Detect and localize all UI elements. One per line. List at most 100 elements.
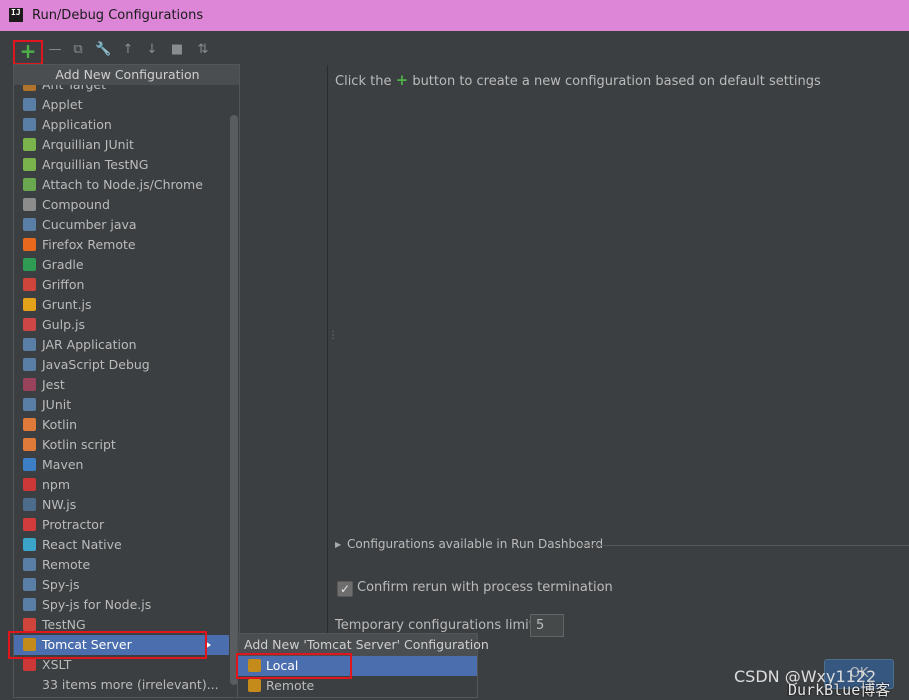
run-dashboard-section[interactable]: ▶ Configurations available in Run Dashbo… <box>335 537 909 553</box>
arquillian-icon <box>23 138 36 151</box>
popup-item-application[interactable]: Application <box>14 115 229 135</box>
popup-item-label: React Native <box>42 537 122 552</box>
popup-item-kotlin-script[interactable]: Kotlin script <box>14 435 229 455</box>
popup-item-remote[interactable]: Remote <box>14 555 229 575</box>
empty-hint: Click the + button to create a new confi… <box>335 71 821 89</box>
expand-arrow-icon: ▶ <box>335 540 342 549</box>
highlight-tomcat-server <box>8 631 207 659</box>
popup-item-compound[interactable]: Compound <box>14 195 229 215</box>
popup-item-label: Gulp.js <box>42 317 85 332</box>
configuration-type-list: Ant Target AppletApplicationArquillian J… <box>14 75 229 695</box>
jest-icon <box>23 378 36 391</box>
popup-item-cucumber-java[interactable]: Cucumber java <box>14 215 229 235</box>
popup-item-kotlin[interactable]: Kotlin <box>14 415 229 435</box>
section-divider <box>578 545 909 546</box>
spyjs-icon <box>23 598 36 611</box>
nodejs-icon <box>23 178 36 191</box>
popup-item-firefox-remote[interactable]: Firefox Remote <box>14 235 229 255</box>
popup-item-label: Applet <box>42 97 83 112</box>
sort-icon[interactable]: ⇅ <box>195 42 211 58</box>
popup-item-grunt-js[interactable]: Grunt.js <box>14 295 229 315</box>
popup-item-label: 33 items more (irrelevant)... <box>42 677 219 692</box>
tomcat-icon <box>248 679 261 692</box>
popup-item-label: Jest <box>42 377 65 392</box>
popup-item-nw-js[interactable]: NW.js <box>14 495 229 515</box>
popup-item-griffon[interactable]: Griffon <box>14 275 229 295</box>
popup-item-arquillian-junit[interactable]: Arquillian JUnit <box>14 135 229 155</box>
popup-item-npm[interactable]: npm <box>14 475 229 495</box>
move-down-icon[interactable]: ↓ <box>144 42 160 58</box>
popup-item-label: Gradle <box>42 257 84 272</box>
add-configuration-button[interactable]: + <box>13 40 43 65</box>
react-icon <box>23 538 36 551</box>
toolbar: + — ⧉ 🔧 ↑ ↓ ■ ⇅ <box>0 31 909 65</box>
popup-item-javascript-debug[interactable]: JavaScript Debug <box>14 355 229 375</box>
popup-item-label: Kotlin <box>42 417 77 432</box>
add-icon: + <box>19 39 37 63</box>
popup-item-gradle[interactable]: Gradle <box>14 255 229 275</box>
highlight-local <box>236 653 352 679</box>
popup-item-label: Arquillian JUnit <box>42 137 134 152</box>
hint-suffix: button to create a new configuration bas… <box>412 74 821 89</box>
xslt-icon <box>23 658 36 671</box>
firefox-icon <box>23 238 36 251</box>
move-up-icon[interactable]: ↑ <box>120 42 136 58</box>
arquillian-icon <box>23 158 36 171</box>
popup-item-gulp-js[interactable]: Gulp.js <box>14 315 229 335</box>
popup-item-label: JAR Application <box>42 337 137 352</box>
popup-item-protractor[interactable]: Protractor <box>14 515 229 535</box>
popup-item-jar-application[interactable]: JAR Application <box>14 335 229 355</box>
temp-config-limit-input[interactable]: 5 <box>530 614 564 637</box>
remove-icon[interactable]: — <box>47 42 63 58</box>
window-title: Run/Debug Configurations <box>32 8 204 23</box>
popup-item-spy-js[interactable]: Spy-js <box>14 575 229 595</box>
kotlin-icon <box>23 438 36 451</box>
remote-icon <box>23 558 36 571</box>
popup-item-jest[interactable]: Jest <box>14 375 229 395</box>
splitter-handle[interactable]: ⋮ <box>328 331 338 347</box>
submenu-item-remote[interactable]: Remote <box>238 676 477 696</box>
popup-item-label: Spy-js <box>42 577 80 592</box>
junit-icon <box>23 398 36 411</box>
cucumber-icon <box>23 218 36 231</box>
gulp-icon <box>23 318 36 331</box>
popup-item-label: Arquillian TestNG <box>42 157 149 172</box>
kotlin-icon <box>23 418 36 431</box>
popup-item-label: JavaScript Debug <box>42 357 150 372</box>
popup-item-label: JUnit <box>42 397 72 412</box>
popup-item-applet[interactable]: Applet <box>14 95 229 115</box>
popup-item-33-items-more-irrelevant[interactable]: 33 items more (irrelevant)... <box>14 675 229 695</box>
popup-item-label: Maven <box>42 457 84 472</box>
popup-item-react-native[interactable]: React Native <box>14 535 229 555</box>
grunt-icon <box>23 298 36 311</box>
application-icon <box>23 118 36 131</box>
blog-watermark: DurkBlue博客 <box>788 681 891 699</box>
nwjs-icon <box>23 498 36 511</box>
popup-item-label: Application <box>42 117 112 132</box>
confirm-rerun-checkbox[interactable]: ✓ <box>337 581 353 597</box>
popup-item-junit[interactable]: JUnit <box>14 395 229 415</box>
popup-item-label: Compound <box>42 197 110 212</box>
popup-item-label: Firefox Remote <box>42 237 136 252</box>
popup-item-maven[interactable]: Maven <box>14 455 229 475</box>
popup-scrollbar[interactable] <box>230 115 238 685</box>
popup-item-label: NW.js <box>42 497 77 512</box>
intellij-app-icon: IJ <box>9 8 23 22</box>
copy-icon[interactable]: ⧉ <box>70 42 86 58</box>
popup-header: Add New Configuration <box>14 65 239 85</box>
popup-item-spy-js-for-node-js[interactable]: Spy-js for Node.js <box>14 595 229 615</box>
spyjs-icon <box>23 578 36 591</box>
configuration-details-panel: Click the + button to create a new confi… <box>333 65 909 698</box>
popup-item-label: Protractor <box>42 517 105 532</box>
wrench-icon[interactable]: 🔧 <box>95 42 111 58</box>
popup-item-label: Cucumber java <box>42 217 137 232</box>
folder-icon[interactable]: ■ <box>169 42 185 58</box>
popup-item-attach-to-node-js-chrome[interactable]: Attach to Node.js/Chrome <box>14 175 229 195</box>
temp-config-limit-label: Temporary configurations limit: <box>335 618 539 633</box>
run-dashboard-label: Configurations available in Run Dashboar… <box>347 537 604 551</box>
applet-icon <box>23 98 36 111</box>
griffon-icon <box>23 278 36 291</box>
testng-icon <box>23 618 36 631</box>
popup-item-arquillian-testng[interactable]: Arquillian TestNG <box>14 155 229 175</box>
protractor-icon <box>23 518 36 531</box>
